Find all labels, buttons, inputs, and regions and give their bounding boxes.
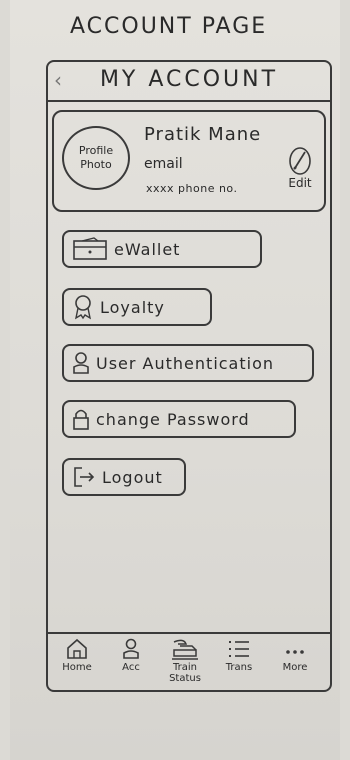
- change-password-button[interactable]: change Password: [62, 400, 296, 438]
- logout-button[interactable]: Logout: [62, 458, 186, 496]
- page-heading: ACCOUNT PAGE: [70, 14, 268, 39]
- pencil-icon: [289, 147, 311, 175]
- tab-more[interactable]: More: [270, 638, 320, 673]
- more-icon: [286, 650, 304, 654]
- user-authentication-button[interactable]: User Authentication: [62, 344, 314, 382]
- tab-label-transactions: Trans: [225, 662, 253, 673]
- edit-label: Edit: [288, 176, 312, 190]
- lock-icon: [72, 407, 90, 431]
- list-icon: [229, 641, 249, 657]
- header: ‹ MY ACCOUNT: [48, 62, 330, 102]
- menu-label-logout: Logout: [102, 467, 163, 487]
- phone-frame: ‹ MY ACCOUNT Profile Photo Pratik Mane e…: [46, 60, 332, 692]
- menu-label-change-password: change Password: [96, 409, 250, 429]
- profile-photo[interactable]: Profile Photo: [62, 126, 130, 190]
- tab-account[interactable]: Acc: [106, 638, 156, 673]
- wallet-icon: [72, 237, 108, 261]
- user-icon: [72, 351, 90, 375]
- profile-email: email: [144, 156, 183, 172]
- profile-name: Pratik Mane: [144, 124, 262, 145]
- user-icon: [123, 638, 139, 659]
- menu-label-ewallet: eWallet: [114, 239, 181, 259]
- page-title: MY ACCOUNT: [99, 67, 279, 92]
- profile-phone: xxxx phone no.: [146, 182, 238, 195]
- tab-transactions[interactable]: Trans: [214, 638, 264, 673]
- ewallet-button[interactable]: eWallet: [62, 230, 262, 268]
- tab-train-status[interactable]: Train Status: [160, 638, 210, 684]
- tab-label-train-status: Train Status: [169, 662, 201, 684]
- edit-button[interactable]: Edit: [280, 146, 320, 190]
- logout-icon: [72, 465, 96, 489]
- paper-background: ACCOUNT PAGE ‹ MY ACCOUNT Profile Photo …: [10, 0, 340, 760]
- tab-label-home: Home: [62, 662, 92, 673]
- loyalty-button[interactable]: Loyalty: [62, 288, 212, 326]
- menu-label-user-authentication: User Authentication: [96, 353, 275, 373]
- profile-card: Profile Photo Pratik Mane email xxxx pho…: [52, 110, 326, 212]
- bottom-tab-bar: Home Acc Train Status Trans More: [48, 632, 330, 690]
- home-icon: [67, 638, 87, 659]
- tab-home[interactable]: Home: [52, 638, 102, 673]
- menu-label-loyalty: Loyalty: [100, 297, 165, 317]
- train-icon: [172, 639, 198, 660]
- tab-label-account: Acc: [122, 662, 140, 673]
- tab-label-more: More: [282, 662, 308, 673]
- award-icon: [72, 294, 94, 320]
